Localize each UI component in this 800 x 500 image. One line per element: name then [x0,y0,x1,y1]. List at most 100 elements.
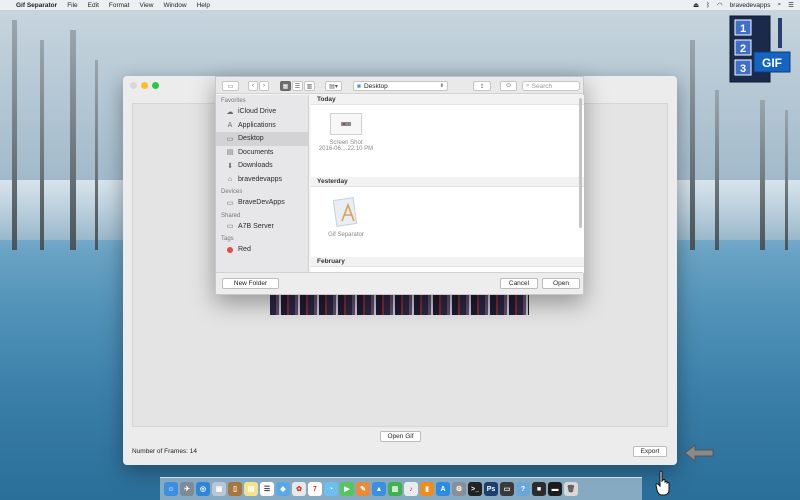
search-icon: ⌕ [526,82,530,89]
share-icon[interactable]: ⇪ [473,81,491,91]
back-button[interactable]: ‹ [248,81,258,91]
server-icon: ▭ [226,223,234,231]
spotlight-icon[interactable]: ⌕ [778,1,782,9]
notification-center-icon[interactable]: ☰ [788,1,794,9]
group-header-today: Today [311,95,584,105]
tag-icon[interactable]: ⬭ [500,81,517,91]
itunes-icon[interactable]: ♪ [404,482,418,496]
zoom-button[interactable] [152,82,159,89]
menu-format[interactable]: Format [109,2,130,9]
desktop-icon: ▭ [226,135,234,143]
bluetooth-icon[interactable]: ᛒ [706,2,710,9]
safari-icon[interactable]: ◎ [196,482,210,496]
chevron-updown-icon: ⬍ [439,83,444,89]
sidebar-item-label: iCloud Drive [238,108,277,116]
menu-help[interactable]: Help [197,2,210,9]
search-placeholder: Search [531,82,553,90]
file-item-screenshot[interactable]: Screen Shot 2016-06....22.10 PM [315,113,377,152]
group-today: Screen Shot 2016-06....22.10 PM [311,105,584,177]
photoshop-icon[interactable]: Ps [484,482,498,496]
cancel-button[interactable]: Cancel [500,278,538,289]
terminal-icon[interactable]: >_ [468,482,482,496]
menu-view[interactable]: View [139,2,153,9]
messages-icon[interactable]: ◔ [324,482,338,496]
sidebar-section-favorites: Favorites [221,98,246,104]
facetime-icon[interactable]: ▶ [340,482,354,496]
sidebar-item-label: Desktop [238,135,264,143]
icon-view-icon[interactable]: ▦ [280,81,291,91]
frames-count-label: Number of Frames: 14 [132,448,198,455]
sidebar-item-tag-red[interactable]: Red [216,243,308,257]
dialog-toolbar: ▭ ‹ › ▦ ☰ ▥ ▤▾ ■ Desktop ⬍ ⇪ ⬭ ⌕ Search [216,77,583,94]
sidebar-section-devices: Devices [221,189,243,195]
menu-edit[interactable]: Edit [88,2,99,9]
arrange-icon[interactable]: ▤▾ [325,81,342,91]
sidebar-section-tags: Tags [221,236,234,242]
new-folder-button[interactable]: New Folder [222,278,279,289]
keynote-icon[interactable]: ▲ [372,482,386,496]
finder-icon[interactable]: ☺ [164,482,178,496]
file-name: Gif Separator [328,232,364,238]
location-popup[interactable]: ■ Desktop ⬍ [353,81,448,91]
group-yesterday: Gif Separator [311,187,584,257]
file-item-gif-separator-app[interactable]: Gif Separator [315,197,377,238]
menu-window[interactable]: Window [163,2,186,9]
gif-preview-image [270,295,529,315]
close-button[interactable] [130,82,137,89]
gif-separator-logo-icon[interactable]: 1 2 3 GIF [728,14,794,88]
svg-text:3: 3 [740,63,746,75]
list-view-icon[interactable]: ☰ [292,81,303,91]
column-view-icon[interactable]: ▥ [304,81,315,91]
notes-icon[interactable]: ▤ [244,482,258,496]
sidebar-item-applications[interactable]: A Applications [216,119,308,133]
disk-icon: ▭ [226,199,234,207]
sidebar-item-label: Documents [238,148,274,156]
menu-app-name[interactable]: Gif Separator [16,2,57,9]
minimize-button[interactable] [141,82,148,89]
trash-icon[interactable]: 🗑 [564,482,578,496]
open-gif-button[interactable]: Open Gif [380,431,421,442]
launchpad-icon[interactable]: ✈ [180,482,194,496]
folder-icon: ■ [357,82,361,90]
sidebar-item-a7b-server[interactable]: ▭ A7B Server [216,220,308,234]
menu-file[interactable]: File [67,2,77,9]
documents-icon: ▤ [226,149,234,157]
sidebar-item-bravedevapps-disk[interactable]: ▭ BraveDevApps [216,196,308,210]
sidebar-item-label: A7B Server [238,222,274,230]
app-store-icon[interactable]: A [436,482,450,496]
sidebar-item-label: BraveDevApps [238,199,285,207]
export-button[interactable]: Export [633,446,667,457]
pages-icon[interactable]: ✎ [356,482,370,496]
media-player-icon[interactable]: ■ [532,482,546,496]
ibooks-icon[interactable]: ▮ [420,482,434,496]
sidebar-item-home[interactable]: ⌂ bravedevapps [216,173,308,187]
sidebar-item-icloud-drive[interactable]: ☁ iCloud Drive [216,105,308,119]
reminders-icon[interactable]: ☰ [260,482,274,496]
home-icon: ⌂ [227,175,233,183]
file-pane-scrollbar[interactable] [579,98,582,228]
app-window-icon[interactable]: ▬ [548,482,562,496]
screen-capture-icon[interactable]: ▭ [500,482,514,496]
open-button[interactable]: Open [542,278,580,289]
sidebar-item-documents[interactable]: ▤ Documents [216,146,308,160]
search-input[interactable]: ⌕ Search [522,81,580,91]
sidebar-item-desktop[interactable]: ▭ Desktop [216,132,308,146]
eject-icon[interactable]: ⏏ [693,1,699,9]
contacts-icon[interactable]: ▯ [228,482,242,496]
maps-icon[interactable]: ◆ [276,482,290,496]
numbers-icon[interactable]: ▥ [388,482,402,496]
forward-button[interactable]: › [259,81,269,91]
photos-icon[interactable]: ✿ [292,482,306,496]
applications-icon: A [227,121,233,129]
help-icon[interactable]: ? [516,482,530,496]
sidebar-toggle-icon[interactable]: ▭ [222,81,239,91]
wifi-icon[interactable]: ◠ [717,1,723,9]
menu-bar: Gif Separator File Edit Format View Wind… [0,0,800,10]
system-preferences-icon[interactable]: ⚙ [452,482,466,496]
sidebar-item-label: Applications [238,121,276,129]
username[interactable]: bravedevapps [730,2,771,9]
dialog-sidebar: Favorites ☁ iCloud Drive A Applications … [216,95,309,273]
photo-browser-icon[interactable]: ▣ [212,482,226,496]
sidebar-item-downloads[interactable]: ⬇ Downloads [216,159,308,173]
calendar-icon[interactable]: 7 [308,482,322,496]
